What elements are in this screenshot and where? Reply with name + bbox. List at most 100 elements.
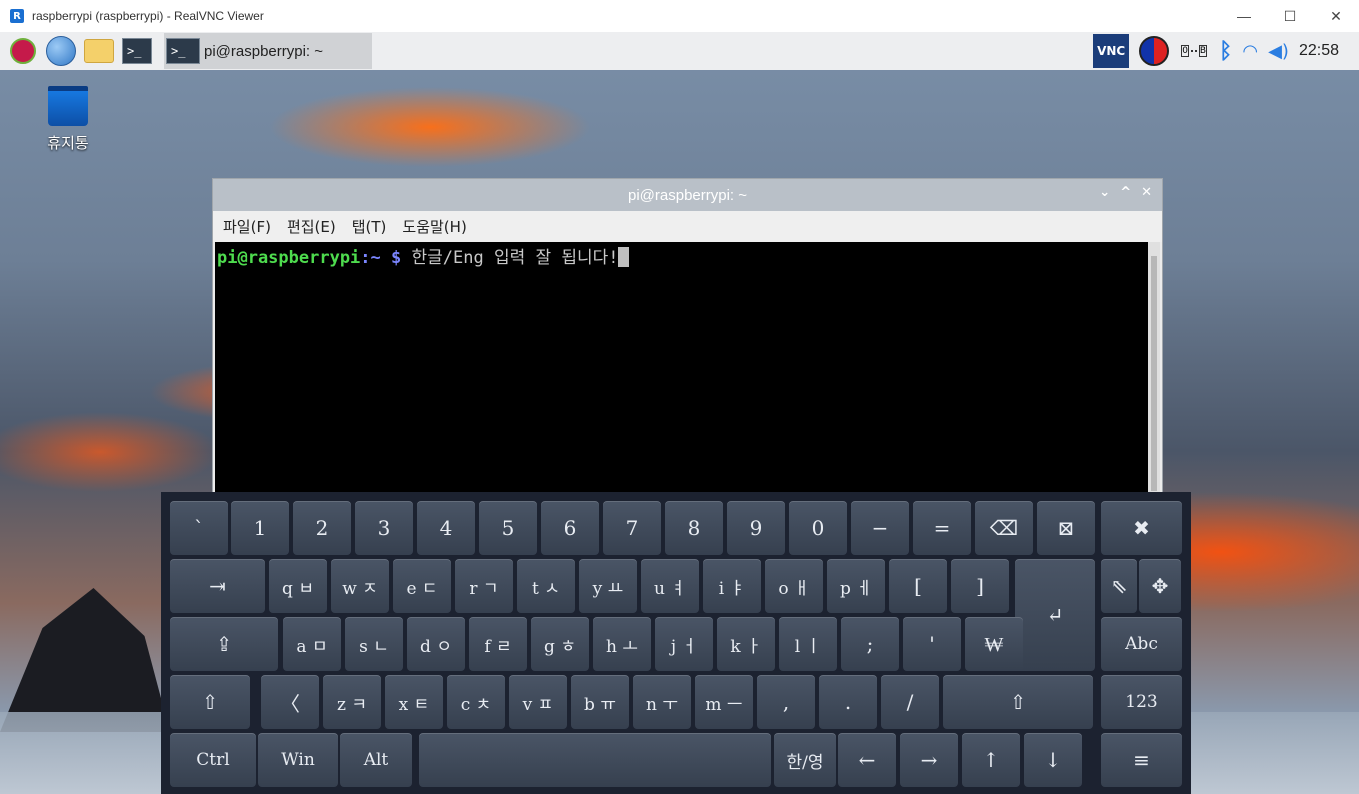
key-symbol-r2c11[interactable]: ' (903, 617, 961, 671)
key-v-r3c5[interactable]: v ㅍ (509, 675, 567, 729)
key-p-r1c10[interactable]: p ㅔ (827, 559, 885, 613)
key-symbol-r0c14[interactable]: ⊠ (1037, 501, 1095, 555)
key-5-r0c5[interactable]: 5 (479, 501, 537, 555)
key-q-r1c1[interactable]: q ㅂ (269, 559, 327, 613)
raspberry-menu-icon[interactable] (8, 36, 38, 66)
key-6-r0c6[interactable]: 6 (541, 501, 599, 555)
key-symbol-r4c4[interactable]: 한/영 (774, 733, 836, 787)
key-symbol-r4c8[interactable]: ↓ (1024, 733, 1082, 787)
key-symbol-r0c13[interactable]: ⌫ (975, 501, 1033, 555)
key-f-r2c4[interactable]: f ㄹ (469, 617, 527, 671)
key-symbol-r2c10[interactable]: ; (841, 617, 899, 671)
menu-tabs[interactable]: 탭(T) (352, 216, 387, 237)
web-browser-icon[interactable] (46, 36, 76, 66)
key-e-r1c3[interactable]: e ㄷ (393, 559, 451, 613)
key-123-r3c13[interactable]: 123 (1101, 675, 1182, 729)
key-space-r4c3[interactable] (419, 733, 771, 787)
key-symbol-r4c7[interactable]: ↑ (962, 733, 1020, 787)
key-k-r2c8[interactable]: k ㅏ (717, 617, 775, 671)
key-symbol-r4c9[interactable]: ≡ (1101, 733, 1182, 787)
key-a-r2c1[interactable]: a ㅁ (283, 617, 341, 671)
key-symbol-r3c12[interactable]: ⇧ (943, 675, 1093, 729)
key-x-r3c3[interactable]: x ㅌ (385, 675, 443, 729)
key-s-r2c2[interactable]: s ㄴ (345, 617, 403, 671)
wifi-icon[interactable]: ◠ (1242, 41, 1258, 62)
terminal-console[interactable]: pi@raspberrypi:~ $ 한글/Eng 입력 잘 됩니다! (215, 242, 1149, 497)
key-symbol-r0c15[interactable]: ✖ (1101, 501, 1182, 555)
menu-file[interactable]: 파일(F) (223, 216, 271, 237)
key-symbol-r3c11[interactable]: / (881, 675, 939, 729)
terminal-close-button[interactable]: ✕ (1141, 185, 1152, 200)
menu-help[interactable]: 도움말(H) (402, 216, 466, 237)
key-j-r2c7[interactable]: j ㅓ (655, 617, 713, 671)
key-symbol-r1c11[interactable]: [ (889, 559, 947, 613)
key-symbol-r3c1[interactable]: 〈 (261, 675, 319, 729)
key-u-r1c7[interactable]: u ㅕ (641, 559, 699, 613)
terminal-titlebar[interactable]: pi@raspberrypi: ~ ⌄ ^ ✕ (213, 179, 1162, 211)
vnc-server-icon[interactable]: VNC (1093, 34, 1130, 68)
key-abc-r2c13[interactable]: Abc (1101, 617, 1182, 671)
taskbar-terminal-task[interactable]: >_ pi@raspberrypi: ~ (164, 33, 372, 69)
key-b-r3c6[interactable]: b ㅠ (571, 675, 629, 729)
key-c-r3c4[interactable]: c ㅊ (447, 675, 505, 729)
volume-icon[interactable]: ◀) (1268, 41, 1289, 62)
key-symbol-r1c15[interactable]: ✥ (1139, 559, 1181, 613)
key-t-r1c5[interactable]: t ㅅ (517, 559, 575, 613)
key-2-r0c2[interactable]: 2 (293, 501, 351, 555)
key-w-r1c2[interactable]: w ㅈ (331, 559, 389, 613)
key-symbol-r1c13[interactable]: ↵ (1015, 559, 1095, 671)
terminal-scrollbar[interactable] (1148, 242, 1160, 497)
key-symbol-r3c10[interactable]: . (819, 675, 877, 729)
key-4-r0c4[interactable]: 4 (417, 501, 475, 555)
minimize-button[interactable]: — (1221, 0, 1267, 32)
key-7-r0c7[interactable]: 7 (603, 501, 661, 555)
key-ctrl-r4c0[interactable]: Ctrl (170, 733, 256, 787)
vnc-window-title: raspberrypi (raspberrypi) - RealVNC View… (32, 9, 264, 23)
key-h-r2c6[interactable]: h ㅗ (593, 617, 651, 671)
key-z-r3c2[interactable]: z ㅋ (323, 675, 381, 729)
key-d-r2c3[interactable]: d ㅇ (407, 617, 465, 671)
close-window-button[interactable]: ✕ (1313, 0, 1359, 32)
key-9-r0c9[interactable]: 9 (727, 501, 785, 555)
key-symbol-r0c12[interactable]: = (913, 501, 971, 555)
key-symbol-r1c0[interactable]: ⇥ (170, 559, 265, 613)
key-symbol-r4c5[interactable]: ← (838, 733, 896, 787)
key-y-r1c6[interactable]: y ㅛ (579, 559, 637, 613)
key-alt-r4c2[interactable]: Alt (340, 733, 412, 787)
key-1-r0c1[interactable]: 1 (231, 501, 289, 555)
key-o-r1c9[interactable]: o ㅐ (765, 559, 823, 613)
input-method-icon[interactable] (1139, 36, 1170, 66)
clock[interactable]: 22:58 (1299, 42, 1339, 60)
key-symbol-r0c11[interactable]: − (851, 501, 909, 555)
key-i-r1c8[interactable]: i ㅑ (703, 559, 761, 613)
key-n-r3c7[interactable]: n ㅜ (633, 675, 691, 729)
key-3-r0c3[interactable]: 3 (355, 501, 413, 555)
terminal-window: pi@raspberrypi: ~ ⌄ ^ ✕ 파일(F) 편집(E) 탭(T)… (212, 178, 1163, 498)
terminal-maximize-button[interactable]: ^ (1120, 185, 1131, 200)
file-manager-icon[interactable] (84, 36, 114, 66)
bluetooth-icon[interactable]: ᛒ (1219, 39, 1232, 64)
key-g-r2c5[interactable]: g ㅎ (531, 617, 589, 671)
key-symbol-r4c6[interactable]: → (900, 733, 958, 787)
maximize-button[interactable]: ☐ (1267, 0, 1313, 32)
key-symbol-r2c0[interactable]: ⇪ (170, 617, 278, 671)
taskbar: >_ >_ pi@raspberrypi: ~ VNC 0B ᛒ ◠ ◀) 22… (0, 32, 1359, 70)
key-0-r0c10[interactable]: 0 (789, 501, 847, 555)
key-8-r0c8[interactable]: 8 (665, 501, 723, 555)
key-symbol-r1c12[interactable]: ] (951, 559, 1009, 613)
key-symbol-r3c9[interactable]: , (757, 675, 815, 729)
key-r-r1c4[interactable]: r ㄱ (455, 559, 513, 613)
key-win-r4c1[interactable]: Win (258, 733, 338, 787)
key-m-r3c8[interactable]: m ㅡ (695, 675, 753, 729)
key-l-r2c9[interactable]: l ㅣ (779, 617, 837, 671)
key-symbol-r2c12[interactable]: ₩ (965, 617, 1023, 671)
keyboard-layout-icon[interactable]: 0B (1179, 36, 1209, 66)
terminal-minimize-button[interactable]: ⌄ (1099, 185, 1110, 200)
trash-desktop-icon[interactable]: 휴지통 (44, 86, 92, 153)
key-symbol-r3c0[interactable]: ⇧ (170, 675, 250, 729)
key-symbol-r0c0[interactable]: ` (170, 501, 228, 555)
menu-edit[interactable]: 편집(E) (287, 216, 336, 237)
key-symbol-r1c14[interactable]: ⇖ (1101, 559, 1137, 613)
terminal-launcher-icon[interactable]: >_ (122, 36, 152, 66)
realvnc-logo-icon: R (10, 9, 24, 23)
